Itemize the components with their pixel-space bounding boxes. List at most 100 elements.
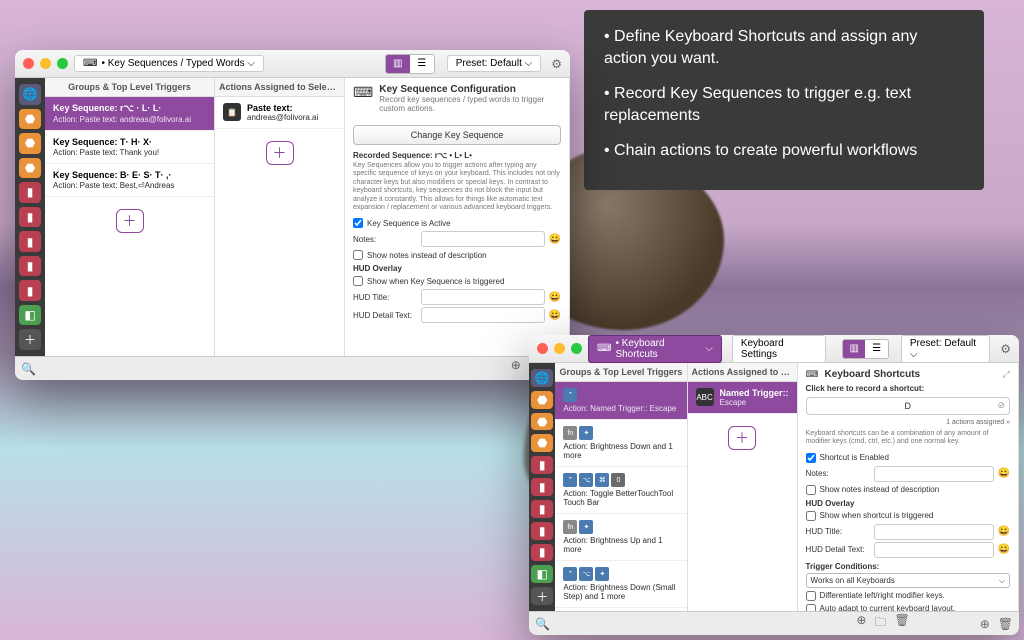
config-description: Key Sequences allow you to trigger actio…: [353, 162, 561, 212]
add-trigger-button[interactable]: ＋: [116, 209, 144, 233]
keyboard-settings-button[interactable]: Keyboard Settings: [732, 335, 826, 363]
sidebar-item[interactable]: ⬣: [19, 133, 41, 154]
sidebar-item[interactable]: ▮: [19, 280, 41, 301]
sidebar-item[interactable]: ▮: [531, 544, 553, 562]
sidebar-item-global[interactable]: 🌐: [19, 84, 41, 105]
key-icon: ⌃: [563, 473, 577, 487]
trash-icon[interactable]: 🗑: [894, 613, 909, 634]
bottom-toolbar: 🔍 ⊕ 🗀 🗑: [15, 356, 570, 380]
sidebar-item[interactable]: ▮: [19, 256, 41, 277]
show-hud-checkbox[interactable]: [806, 511, 816, 521]
view-toggle[interactable]: ▥ ☰: [842, 339, 889, 359]
sidebar-item[interactable]: ⬣: [531, 391, 553, 409]
trigger-row[interactable]: ⌃⌥✦Action: Brightness Down (Small Step) …: [555, 561, 686, 608]
emoji-icon[interactable]: 😀: [998, 468, 1010, 479]
hud-detail-input[interactable]: [421, 307, 545, 323]
sidebar-item[interactable]: ▮: [531, 522, 553, 540]
add-icon[interactable]: ⊕: [856, 613, 866, 634]
breadcrumb[interactable]: ⌨ • Key Sequences / Typed Words ⌵: [74, 55, 264, 72]
trigger-row[interactable]: fn✦Action: Brightness Down and 1 more: [555, 420, 686, 467]
sidebar-item[interactable]: ⬣: [531, 434, 553, 452]
gear-icon[interactable]: ⚙: [1000, 342, 1011, 356]
sidebar-item[interactable]: ◧: [531, 565, 553, 583]
sidebar-item[interactable]: ⬣: [19, 109, 41, 130]
emoji-icon[interactable]: 😀: [549, 310, 561, 321]
sidebar-item[interactable]: ⬣: [19, 158, 41, 179]
notes-input[interactable]: [421, 231, 545, 247]
add-action-button[interactable]: ＋: [728, 426, 756, 450]
sidebar-item[interactable]: ▮: [19, 182, 41, 203]
reveal-icon[interactable]: ⤢: [1003, 369, 1010, 380]
sidebar-item[interactable]: ▮: [531, 500, 553, 518]
trigger-row[interactable]: Key Sequence: B· E· S· T· ,· Action: Pas…: [45, 164, 214, 197]
zoom-icon[interactable]: [57, 58, 68, 69]
bottom-toolbar: 🔍 ⊕ 🗀 🗑 ⊕ 🗑: [529, 611, 1019, 635]
emoji-icon[interactable]: 😀: [998, 526, 1010, 537]
sidebar-item[interactable]: ▮: [19, 207, 41, 228]
assigned-count[interactable]: 1 actions assigned »: [806, 419, 1010, 426]
search-icon[interactable]: 🔍: [21, 362, 36, 376]
action-title: Paste text:: [247, 103, 318, 113]
action-row[interactable]: ABC Named Trigger:: Escape: [688, 382, 797, 414]
marketing-line: • Record Key Sequences to trigger e.g. t…: [604, 83, 964, 128]
sidebar-item[interactable]: ◧: [19, 305, 41, 326]
emoji-icon[interactable]: 😀: [549, 292, 561, 303]
search-icon[interactable]: 🔍: [535, 617, 550, 631]
close-icon[interactable]: [537, 343, 548, 354]
sidebar-item[interactable]: ▮: [19, 231, 41, 252]
sidebar-add[interactable]: ＋: [19, 329, 41, 350]
emoji-icon[interactable]: 😀: [998, 544, 1010, 555]
view-toggle[interactable]: ▥ ☰: [385, 54, 435, 74]
add-action-button[interactable]: ＋: [266, 141, 294, 165]
traffic-lights: [537, 343, 582, 354]
sidebar-item[interactable]: ▮: [531, 478, 553, 496]
preset-selector[interactable]: Preset: Default ⌵: [447, 55, 542, 72]
sidebar-add[interactable]: ＋: [531, 587, 553, 605]
hud-detail-input[interactable]: [874, 542, 994, 558]
sidebar-item[interactable]: ⬣: [531, 413, 553, 431]
action-row[interactable]: 📋 Paste text: andreas@folivora.ai: [215, 97, 344, 129]
zoom-icon[interactable]: [571, 343, 582, 354]
add-icon[interactable]: ⊕: [511, 358, 521, 379]
shortcut-recorder[interactable]: D ⊘: [806, 397, 1010, 415]
hud-title-input[interactable]: [421, 289, 545, 305]
column-header: Actions Assigned to Selected T…: [688, 363, 797, 382]
active-checkbox[interactable]: [353, 218, 363, 228]
minimize-icon[interactable]: [554, 343, 565, 354]
diff-lr-checkbox[interactable]: [806, 591, 816, 601]
hud-title-input[interactable]: [874, 524, 994, 540]
keyboard-scope-select[interactable]: Works on all Keyboards ⌵: [806, 573, 1010, 588]
add-icon[interactable]: ⊕: [980, 617, 990, 631]
column-view-icon[interactable]: ▥: [843, 340, 865, 358]
show-hud-checkbox[interactable]: [353, 276, 363, 286]
trigger-row[interactable]: ⌃Action: Named Trigger:: Escape: [555, 382, 686, 420]
close-icon[interactable]: [23, 58, 34, 69]
gear-icon[interactable]: ⚙: [551, 57, 562, 71]
sidebar-item[interactable]: ▮: [531, 456, 553, 474]
clear-icon[interactable]: ⊘: [997, 400, 1005, 411]
show-notes-checkbox[interactable]: [353, 250, 363, 260]
minimize-icon[interactable]: [40, 58, 51, 69]
notes-input[interactable]: [874, 466, 994, 482]
triggers-list: ⌃Action: Named Trigger:: Escapefn✦Action…: [555, 382, 686, 611]
enabled-checkbox[interactable]: [806, 453, 816, 463]
preset-selector[interactable]: Preset: Default ⌵: [901, 335, 990, 363]
list-view-icon[interactable]: ☰: [410, 55, 434, 73]
titlebar: ⌨ • Keyboard Shortcuts ⌵ Keyboard Settin…: [529, 335, 1019, 363]
keyboard-icon: ⌨: [83, 58, 97, 69]
trash-icon[interactable]: 🗑: [998, 617, 1013, 631]
sidebar-item-global[interactable]: 🌐: [531, 369, 553, 387]
column-view-icon[interactable]: ▥: [386, 55, 410, 73]
trigger-row[interactable]: Key Sequence: T· H· X· Action: Paste tex…: [45, 131, 214, 164]
emoji-icon[interactable]: 😀: [549, 234, 561, 245]
change-sequence-button[interactable]: Change Key Sequence: [353, 125, 561, 145]
auto-adapt-checkbox[interactable]: [806, 604, 816, 611]
show-notes-checkbox[interactable]: [806, 485, 816, 495]
trigger-row[interactable]: fn✦Action: Brightness Up and 1 more: [555, 514, 686, 561]
breadcrumb[interactable]: ⌨ • Keyboard Shortcuts ⌵: [588, 335, 722, 363]
trigger-row[interactable]: ⌃⌥⌘0Action: Toggle BetterTouchTool Touch…: [555, 467, 686, 514]
list-view-icon[interactable]: ☰: [865, 340, 887, 358]
folder-icon[interactable]: 🗀: [874, 613, 886, 634]
notes-label: Notes:: [806, 469, 870, 478]
trigger-row[interactable]: Key Sequence: r⌥ · L· L· Action: Paste t…: [45, 97, 214, 131]
